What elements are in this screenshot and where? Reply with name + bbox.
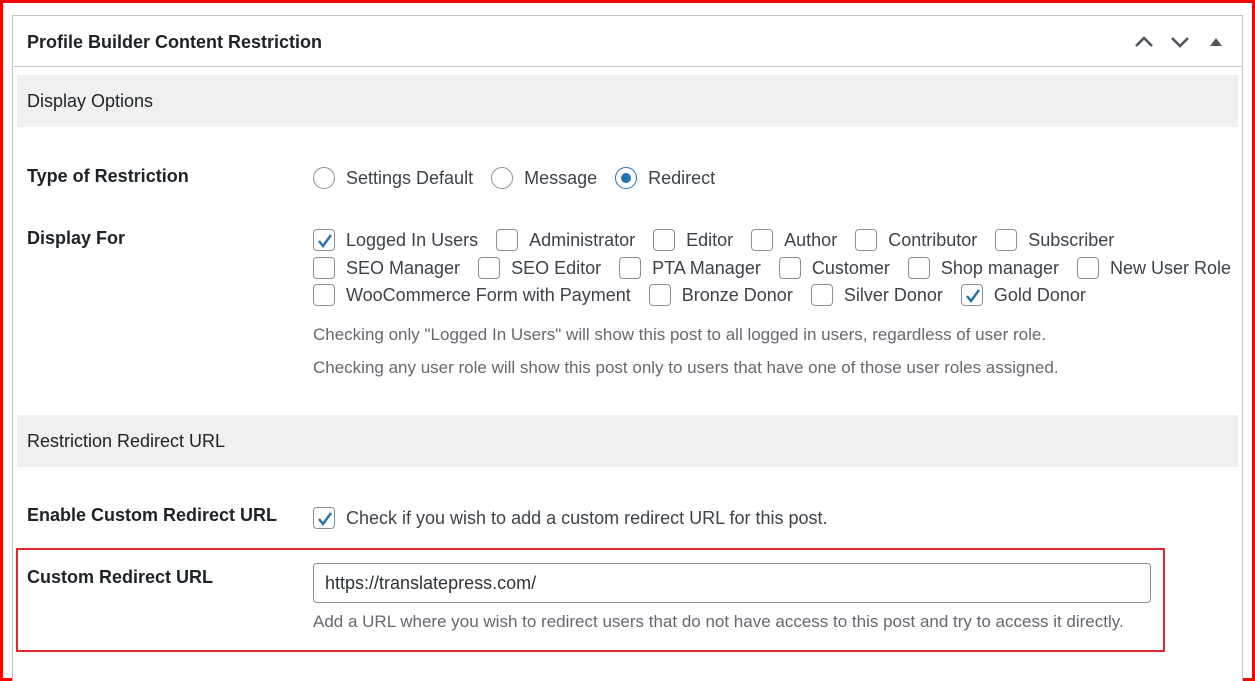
checkbox-woocommerce-form-with-payment[interactable]: WooCommerce Form with Payment [313,284,631,306]
metabox-title: Profile Builder Content Restriction [27,32,323,52]
checkbox-label: Subscriber [1028,229,1115,250]
radio-button[interactable] [491,167,514,189]
radio-label: Settings Default [346,167,474,188]
checkbox-label: SEO Editor [511,257,602,278]
section-restriction-redirect-url: Restriction Redirect URL [17,415,1238,467]
custom-redirect-url-description: Add a URL where you wish to redirect use… [313,612,1124,631]
checkbox-label: WooCommerce Form with Payment [346,284,631,305]
checkbox[interactable] [907,257,930,279]
checkbox-checked[interactable] [960,284,983,306]
radio-settings-default[interactable]: Settings Default [313,167,473,189]
checkbox-label: Check if you wish to add a custom redire… [346,507,828,528]
display-for-row-2: SEO Manager SEO Editor PTA Manager Custo… [313,257,1249,279]
checkbox-label: Administrator [529,229,636,250]
checkbox[interactable] [653,229,676,251]
checkbox[interactable] [751,229,774,251]
checkbox[interactable] [313,257,335,279]
checkbox-label: Logged In Users [346,229,479,250]
radio-button[interactable] [313,167,335,189]
display-for-description-logged-in: Checking only "Logged In Users" will sho… [313,325,1047,344]
section-display-options-title: Display Options [27,91,154,111]
checkbox-subscriber[interactable]: Subscriber [995,229,1114,251]
restriction-type-radio-group: Settings Default Message Redirect [313,167,733,189]
checkbox[interactable] [778,257,801,279]
checkbox-label: Contributor [888,229,978,250]
checkbox-contributor[interactable]: Contributor [855,229,977,251]
checkbox-gold-donor[interactable]: Gold Donor [960,284,1086,306]
collapse-toggle-icon[interactable] [1202,30,1230,54]
checkbox-checked[interactable] [313,229,335,251]
checkbox[interactable] [496,229,519,251]
checkbox-seo-manager[interactable]: SEO Manager [313,257,460,279]
checkbox[interactable] [1076,257,1099,279]
checkbox[interactable] [478,257,501,279]
checkbox-label: New User Role [1109,257,1232,278]
display-for-label: Display For [27,228,126,248]
enable-custom-redirect-label: Enable Custom Redirect URL [27,505,278,525]
checkbox-label: Author [784,229,838,250]
radio-button-selected[interactable] [615,167,638,189]
move-down-icon[interactable] [1166,30,1194,54]
checkbox-label: Bronze Donor [681,284,793,305]
checkbox-editor[interactable]: Editor [653,229,733,251]
checkbox-label: SEO Manager [346,257,461,278]
display-for-row-3: WooCommerce Form with Payment Bronze Don… [313,284,1104,306]
checkbox[interactable] [995,229,1018,251]
checkbox-label: PTA Manager [652,257,761,278]
enable-custom-redirect-row: Check if you wish to add a custom redire… [313,507,846,529]
checkbox-label: Gold Donor [993,284,1086,305]
checkbox-silver-donor[interactable]: Silver Donor [810,284,943,306]
checkbox-label: Shop manager [940,257,1059,278]
checkbox-administrator[interactable]: Administrator [496,229,635,251]
content-restriction-metabox: Profile Builder Content Restriction Disp… [12,15,1243,681]
section-restriction-redirect-url-title: Restriction Redirect URL [27,431,226,451]
display-for-description-roles: Checking any user role will show this po… [313,358,1059,377]
checkbox-logged-in-users[interactable]: Logged In Users [313,229,478,251]
checkbox[interactable] [648,284,671,306]
checkbox-bronze-donor[interactable]: Bronze Donor [648,284,793,306]
radio-redirect[interactable]: Redirect [615,167,715,189]
checkbox-shop-manager[interactable]: Shop manager [907,257,1059,279]
checkbox-seo-editor[interactable]: SEO Editor [478,257,601,279]
radio-label: Message [524,167,598,188]
checkbox-author[interactable]: Author [751,229,837,251]
checkbox[interactable] [313,284,335,306]
radio-message[interactable]: Message [491,167,597,189]
checkbox-checked[interactable] [313,507,335,529]
checkbox-pta-manager[interactable]: PTA Manager [619,257,761,279]
checkbox[interactable] [619,257,642,279]
checkbox-label: Customer [811,257,890,278]
checkbox-enable-custom-redirect[interactable]: Check if you wish to add a custom redire… [313,507,828,529]
checkbox[interactable] [855,229,878,251]
custom-redirect-url-input[interactable] [313,563,1151,603]
checkbox-label: Editor [686,229,734,250]
display-for-row-1: Logged In Users Administrator Editor Aut… [313,229,1132,251]
radio-label: Redirect [648,167,716,188]
checkbox[interactable] [810,284,833,306]
section-display-options: Display Options [17,75,1238,127]
move-up-icon[interactable] [1130,30,1158,54]
metabox-actions [1130,30,1230,54]
checkbox-label: Silver Donor [843,284,943,305]
custom-redirect-url-label: Custom Redirect URL [27,567,214,587]
checkbox-customer[interactable]: Customer [778,257,890,279]
metabox-header: Profile Builder Content Restriction [13,16,1242,67]
type-of-restriction-label: Type of Restriction [27,166,189,186]
checkbox-new-user-role[interactable]: New User Role [1076,257,1232,279]
